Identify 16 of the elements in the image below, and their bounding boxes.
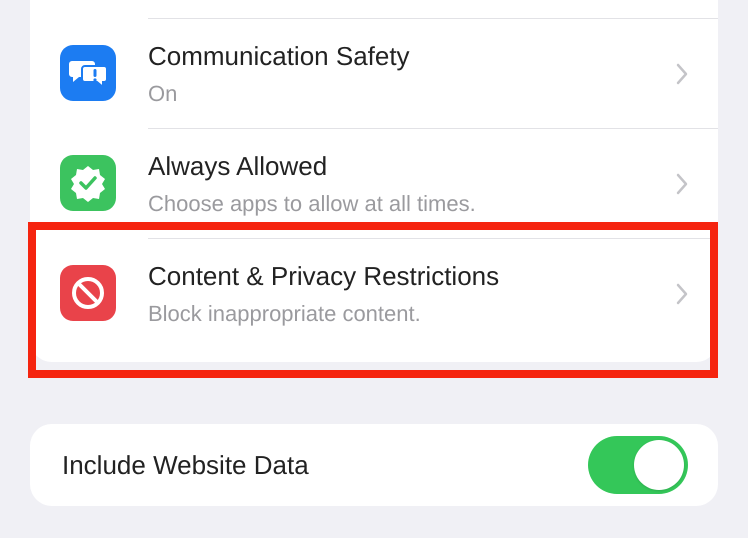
row-subtitle: Block inappropriate content. bbox=[148, 300, 422, 326]
row-title: Content & Privacy Restrictions bbox=[148, 260, 500, 290]
row-title: Always Allowed bbox=[148, 150, 328, 180]
chevron-icon bbox=[676, 62, 688, 84]
settings-row[interactable]: Always Allowed Choose apps to allow at all times. bbox=[30, 128, 718, 238]
settings-row[interactable]: Communication Safety On bbox=[30, 18, 718, 128]
chevron-icon bbox=[676, 172, 688, 194]
checkmark-badge-icon bbox=[60, 155, 116, 211]
row-subtitle: Choose apps to allow at all times. bbox=[148, 190, 477, 216]
chevron-icon bbox=[676, 282, 688, 304]
row-title: Communication Safety bbox=[148, 40, 411, 70]
toggle-label: Include Website Data bbox=[62, 448, 310, 482]
chat-bubbles-icon bbox=[60, 45, 116, 101]
row-subtitle: On bbox=[148, 80, 178, 106]
settings-row[interactable]: Content & Privacy Restrictions Block inappropriate content. bbox=[30, 238, 718, 348]
prohibited-icon bbox=[60, 265, 116, 321]
